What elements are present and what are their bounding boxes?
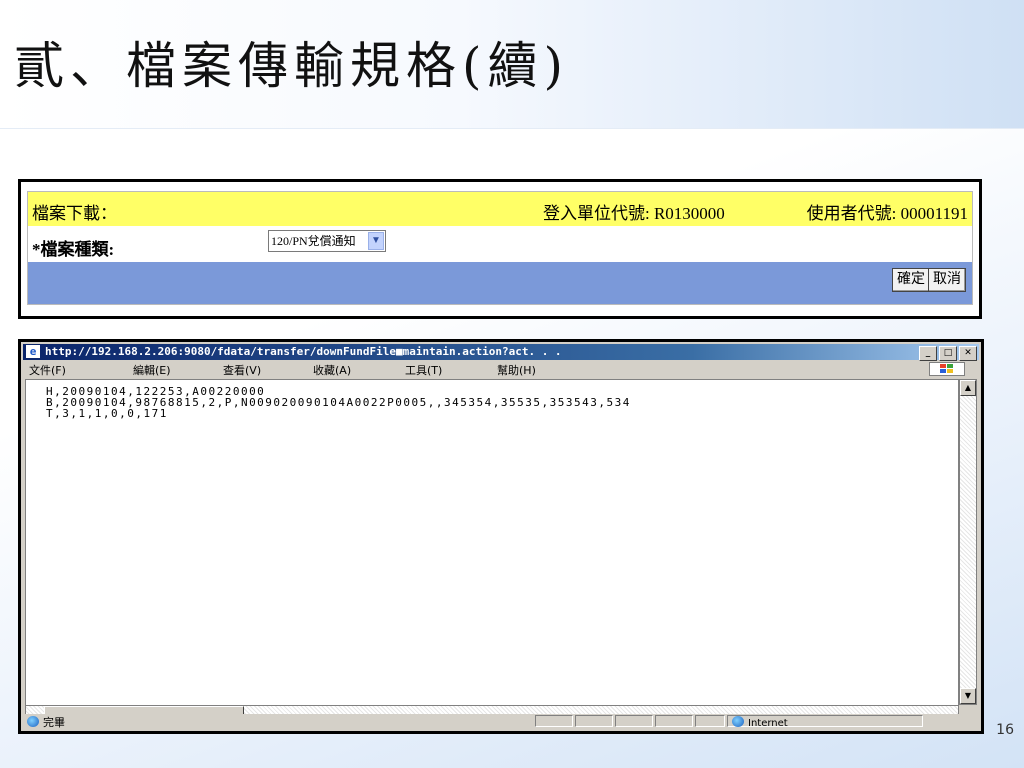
- browser-window: e http://192.168.2.206:9080/fdata/transf…: [18, 339, 984, 734]
- menu-file[interactable]: 文件(F): [29, 362, 66, 378]
- file-type-select[interactable]: 120/PN兌償通知 ▼: [268, 230, 386, 252]
- page-number: 16: [996, 722, 1014, 738]
- zone-text: Internet: [748, 718, 788, 729]
- scroll-up-icon[interactable]: ▲: [960, 380, 976, 396]
- close-icon[interactable]: ✕: [959, 346, 977, 361]
- file-type-row: *檔案種類: 120/PN兌償通知 ▼: [28, 227, 972, 261]
- file-content-text: H,20090104,122253,A00220000 B,20090104,98…: [46, 386, 631, 419]
- maximize-icon[interactable]: □: [939, 346, 957, 361]
- menu-view[interactable]: 查看(V): [223, 362, 261, 378]
- status-cell: [535, 715, 573, 727]
- internet-zone-icon: [732, 716, 744, 727]
- status-cell: [575, 715, 613, 727]
- status-done: 完畢: [27, 714, 65, 730]
- file-download-heading: 檔案下載：: [32, 204, 117, 223]
- status-text: 完畢: [43, 716, 65, 729]
- file-type-selected-value: 120/PN兌償通知: [271, 234, 356, 248]
- download-form-panel: 檔案下載： 登入單位代號: R0130000 使用者代號: 00001191 *…: [18, 179, 982, 319]
- download-form: 檔案下載： 登入單位代號: R0130000 使用者代號: 00001191 *…: [27, 191, 973, 305]
- file-type-label: *檔案種類:: [32, 240, 115, 259]
- menu-help[interactable]: 幫助(H): [497, 362, 536, 378]
- status-cell: [655, 715, 693, 727]
- page-icon: [27, 716, 39, 727]
- menu-edit[interactable]: 編輯(E): [133, 362, 171, 378]
- menu-tools[interactable]: 工具(T): [405, 362, 442, 378]
- form-header-row: 檔案下載： 登入單位代號: R0130000 使用者代號: 00001191: [28, 192, 972, 226]
- window-controls: _ □ ✕: [917, 345, 977, 361]
- form-actions-row: 確定 取消: [28, 262, 972, 304]
- browser-menubar: 文件(F) 編輯(E) 查看(V) 收藏(A) 工具(T) 幫助(H): [23, 361, 979, 377]
- status-cell: [695, 715, 725, 727]
- document-content-area[interactable]: H,20090104,122253,A00220000 B,20090104,98…: [25, 379, 959, 707]
- browser-titlebar[interactable]: e http://192.168.2.206:9080/fdata/transf…: [23, 344, 979, 361]
- vertical-scrollbar[interactable]: ▲ ▼: [959, 379, 977, 705]
- file-line-trailer: T,3,1,1,0,0,171: [46, 407, 168, 420]
- scroll-down-icon[interactable]: ▼: [960, 688, 976, 704]
- browser-title: http://192.168.2.206:9080/fdata/transfer…: [45, 345, 562, 358]
- windows-flag-icon: [929, 362, 965, 376]
- status-cell: [615, 715, 653, 727]
- chevron-down-icon[interactable]: ▼: [368, 232, 384, 250]
- cancel-button[interactable]: 取消: [928, 268, 966, 292]
- minimize-icon[interactable]: _: [919, 346, 937, 361]
- slide-title: 貳、檔案傳輸規格(續): [14, 37, 570, 95]
- browser-statusbar: 完畢 Internet: [23, 714, 979, 729]
- zone-cell: Internet: [727, 715, 923, 729]
- confirm-button[interactable]: 確定: [892, 268, 930, 292]
- menu-favorites[interactable]: 收藏(A): [313, 362, 351, 378]
- login-unit-code: 登入單位代號: R0130000: [543, 204, 725, 223]
- user-code: 使用者代號: 00001191: [806, 204, 968, 223]
- ie-logo-icon: e: [26, 345, 40, 358]
